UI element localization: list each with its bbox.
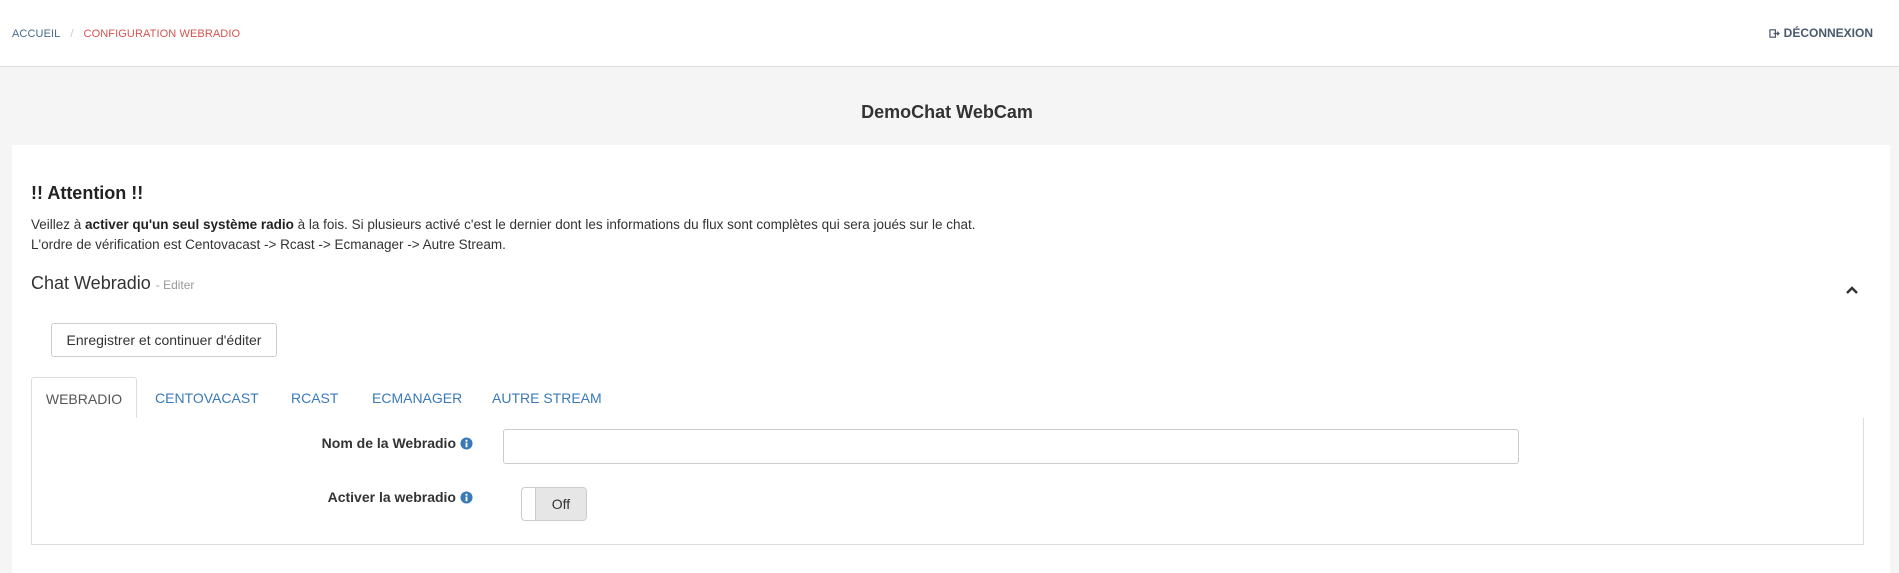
attention-title: !! Attention !! bbox=[31, 183, 144, 203]
chevron-up-icon bbox=[1846, 286, 1858, 294]
tab-autre-stream[interactable]: AUTRE STREAM bbox=[492, 377, 602, 419]
section-title: Chat Webradio - Editer bbox=[31, 273, 194, 294]
attention-text: Veillez à activer qu'un seul système rad… bbox=[31, 215, 976, 255]
breadcrumb: ACCUEIL / CONFIGURATION WEBRADIO bbox=[12, 28, 240, 40]
name-field-label: Nom de la Webradio bbox=[322, 435, 473, 451]
logout-label: DÉCONNEXION bbox=[1783, 26, 1873, 40]
tab-bar: WEBRADIO CENTOVACAST RCAST ECMANAGER AUT… bbox=[31, 377, 1864, 420]
logout-icon bbox=[1768, 28, 1780, 38]
activate-field-label-text: Activer la webradio bbox=[327, 489, 456, 505]
toggle-handle bbox=[522, 488, 536, 520]
breadcrumb-current: CONFIGURATION WEBRADIO bbox=[83, 28, 241, 40]
attention-line-2: L'ordre de vérification est Centovacast … bbox=[31, 237, 506, 252]
collapse-toggle[interactable] bbox=[1845, 282, 1859, 294]
webradio-name-input[interactable] bbox=[503, 429, 1519, 464]
section-title-text: Chat Webradio bbox=[31, 273, 151, 293]
attention-line-1: Veillez à activer qu'un seul système rad… bbox=[31, 217, 976, 232]
activate-webradio-toggle[interactable]: Off bbox=[521, 487, 587, 521]
info-icon[interactable] bbox=[460, 436, 473, 450]
name-field-label-text: Nom de la Webradio bbox=[321, 435, 456, 451]
logout-button[interactable]: DÉCONNEXION bbox=[1768, 26, 1873, 40]
toggle-state-label: Off bbox=[536, 488, 586, 520]
activate-field-label: Activer la webradio bbox=[328, 489, 473, 505]
tab-rcast[interactable]: RCAST bbox=[291, 377, 338, 419]
section-subtitle: - Editer bbox=[155, 278, 195, 292]
save-continue-button[interactable]: Enregistrer et continuer d'éditer bbox=[51, 323, 277, 357]
tab-ecmanager[interactable]: ECMANAGER bbox=[372, 377, 462, 419]
info-icon[interactable] bbox=[460, 490, 473, 504]
breadcrumb-separator: / bbox=[70, 28, 74, 40]
tab-centovacast[interactable]: CENTOVACAST bbox=[155, 377, 259, 419]
page-title: DemoChat WebCam bbox=[861, 102, 1033, 122]
breadcrumb-home-link[interactable]: ACCUEIL bbox=[12, 28, 60, 40]
top-bar: ACCUEIL / CONFIGURATION WEBRADIO DÉCONNE… bbox=[0, 0, 1899, 67]
tab-webradio[interactable]: WEBRADIO bbox=[31, 377, 137, 420]
